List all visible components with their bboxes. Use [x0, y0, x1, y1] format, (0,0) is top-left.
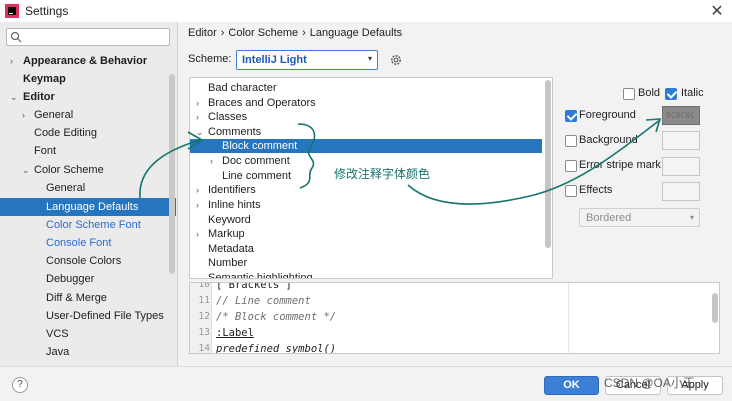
effects-type-value: Bordered [586, 212, 632, 224]
sidebar-item-console-colors[interactable]: Console Colors [0, 252, 176, 270]
gear-icon[interactable] [389, 53, 403, 67]
effects-type-select[interactable]: Bordered ▾ [579, 208, 700, 227]
bold-checkbox[interactable] [623, 88, 635, 100]
error-stripe-checkbox[interactable] [565, 160, 577, 172]
code-line: 13 :Label [198, 327, 254, 339]
error-stripe-label: Error stripe mark [579, 159, 661, 171]
sidebar-item-user-defined-file-types[interactable]: User-Defined File Types [0, 307, 176, 325]
sidebar-item-color-scheme[interactable]: ⌄ Color Scheme [0, 161, 176, 179]
bold-label: Bold [638, 87, 661, 99]
scheme-label: Scheme: [188, 53, 232, 65]
chevron-right-icon[interactable]: › [196, 227, 199, 241]
breadcrumb: Editor › Color Scheme › Language Defaults [188, 27, 403, 39]
tree-item-bad-character[interactable]: Bad character [190, 81, 542, 95]
ok-button[interactable]: OK [544, 376, 599, 395]
sidebar-item-java[interactable]: Java [0, 343, 176, 361]
chevron-down-icon[interactable]: ⌄ [10, 88, 18, 106]
scheme-value: IntelliJ Light [242, 54, 307, 66]
settings-search[interactable] [6, 28, 170, 46]
tree-item-braces-operators[interactable]: › Braces and Operators [190, 96, 542, 110]
sidebar-item-debugger[interactable]: Debugger [0, 270, 176, 288]
foreground-label: Foreground [579, 109, 636, 121]
intellij-logo-icon [5, 4, 19, 18]
tree-item-inline-hints[interactable]: › Inline hints [190, 198, 542, 212]
tree-scrollbar[interactable] [545, 80, 551, 248]
background-color-swatch[interactable] [662, 131, 700, 150]
italic-checkbox[interactable] [665, 88, 677, 100]
code-line: 10 [ Brackets ] [198, 282, 292, 291]
sidebar-item-appearance-behavior[interactable]: › Appearance & Behavior [0, 52, 176, 70]
sidebar-item-general[interactable]: › General [0, 106, 176, 124]
tree-item-classes[interactable]: › Classes [190, 110, 542, 124]
sidebar-item-code-editing[interactable]: Code Editing [0, 124, 176, 142]
effects-color-swatch[interactable] [662, 182, 700, 201]
chevron-right-icon[interactable]: › [22, 106, 25, 124]
sidebar-scrollbar[interactable] [169, 74, 175, 274]
code-scrollbar[interactable] [712, 293, 718, 323]
annotation-arrowhead [645, 118, 662, 133]
tree-item-block-comment[interactable]: Block comment [190, 139, 542, 153]
sidebar-item-keymap[interactable]: Keymap [0, 70, 176, 88]
sidebar-item-language-defaults[interactable]: Language Defaults [0, 198, 176, 216]
sidebar-item-console-font[interactable]: Console Font [0, 234, 176, 252]
italic-label: Italic [681, 87, 704, 99]
tree-item-metadata[interactable]: Metadata [190, 242, 542, 256]
chevron-right-icon[interactable]: › [196, 198, 199, 212]
chevron-right-icon[interactable]: › [196, 183, 199, 197]
chevron-down-icon[interactable]: ⌄ [196, 125, 204, 139]
window-title: Settings [25, 4, 69, 18]
sidebar-item-color-scheme-general[interactable]: General [0, 179, 176, 197]
foreground-color-swatch[interactable]: 8C8C8C [662, 106, 700, 125]
chevron-right-icon[interactable]: › [210, 154, 213, 168]
watermark-text: CSDN @OA小王 [604, 376, 695, 390]
code-line: 12 /* Block comment */ [198, 311, 337, 323]
tree-item-identifiers[interactable]: › Identifiers [190, 183, 542, 197]
sidebar-item-vcs[interactable]: VCS [0, 325, 176, 343]
background-label: Background [579, 134, 638, 146]
chevron-right-icon[interactable]: › [196, 96, 199, 110]
chevron-down-icon: ▾ [689, 213, 694, 222]
effects-checkbox[interactable] [565, 185, 577, 197]
sidebar-item-color-scheme-font[interactable]: Color Scheme Font [0, 216, 176, 234]
tree-item-number[interactable]: Number [190, 256, 542, 270]
scheme-select[interactable]: IntelliJ Light ▾ [236, 50, 378, 70]
chevron-right-icon[interactable]: › [10, 52, 13, 70]
title-bar: Settings ✕ [0, 0, 732, 22]
chevron-down-icon[interactable]: ⌄ [22, 161, 30, 179]
settings-sidebar: › Appearance & Behavior Keymap ⌄ Editor … [0, 22, 178, 366]
search-icon [10, 31, 22, 43]
sidebar-item-editor[interactable]: ⌄ Editor [0, 88, 176, 106]
foreground-checkbox[interactable] [565, 110, 577, 122]
tree-item-comments[interactable]: ⌄ Comments [190, 125, 542, 139]
tree-item-keyword[interactable]: Keyword [190, 213, 542, 227]
chevron-down-icon: ▾ [367, 54, 372, 63]
sidebar-item-font[interactable]: Font [0, 142, 176, 160]
help-button[interactable]: ? [12, 377, 28, 393]
foreground-hex: 8C8C8C [666, 111, 695, 120]
tree-item-markup[interactable]: › Markup [190, 227, 542, 241]
code-line: 14 predefined_symbol() [198, 343, 337, 354]
chevron-right-icon[interactable]: › [196, 110, 199, 124]
code-divider [568, 283, 569, 353]
annotation-text: 修改注释字体颜色 [334, 167, 431, 181]
search-input[interactable] [25, 30, 167, 44]
code-preview[interactable]: 10 [ Brackets ] 11 // Line comment 12 /*… [189, 282, 720, 354]
sidebar-item-diff-merge[interactable]: Diff & Merge [0, 289, 176, 307]
tree-item-semantic-highlighting[interactable]: Semantic highlighting [190, 271, 542, 278]
background-checkbox[interactable] [565, 135, 577, 147]
error-stripe-color-swatch[interactable] [662, 157, 700, 176]
close-icon[interactable]: ✕ [710, 1, 724, 21]
code-line: 11 // Line comment [198, 295, 311, 307]
effects-label: Effects [579, 184, 613, 196]
